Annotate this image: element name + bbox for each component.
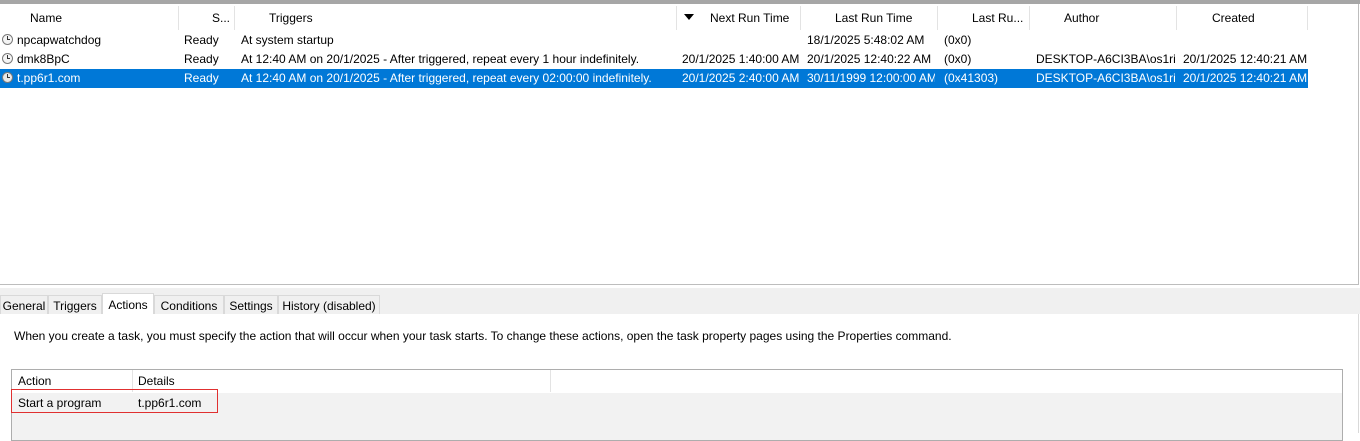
task-triggers: At system startup — [241, 33, 334, 47]
task-status: Ready — [184, 52, 219, 66]
task-list[interactable]: Name S... Triggers Next Run Time Last Ru… — [0, 4, 1359, 285]
tab-general[interactable]: General — [0, 295, 48, 315]
task-next-run-time: 20/1/2025 2:40:00 AM — [682, 71, 799, 85]
column-header-name[interactable]: Name — [30, 6, 150, 30]
task-last-run-result: (0x0) — [944, 33, 972, 47]
task-name: npcapwatchdog — [17, 33, 102, 47]
column-header-created[interactable]: Created — [1212, 6, 1302, 30]
task-row[interactable]: npcapwatchdog Ready At system startup 18… — [0, 31, 1308, 50]
tab-conditions[interactable]: Conditions — [154, 295, 224, 315]
task-created: 20/1/2025 12:40:21 AM — [1183, 52, 1307, 66]
task-row[interactable]: dmk8BpC Ready At 12:40 AM on 20/1/2025 -… — [0, 50, 1308, 69]
task-author: DESKTOP-A6CI3BA\os1ris — [1036, 52, 1175, 66]
task-created: 20/1/2025 12:40:21 AM — [1183, 71, 1307, 85]
task-last-run-time: 30/11/1999 12:00:00 AM — [807, 71, 935, 85]
task-author: DESKTOP-A6CI3BA\os1ris — [1036, 71, 1175, 85]
column-divider[interactable] — [1176, 6, 1177, 30]
task-created — [1183, 31, 1307, 50]
column-header-status[interactable]: S... — [212, 6, 234, 30]
column-divider[interactable] — [676, 6, 677, 30]
column-divider[interactable] — [550, 370, 551, 392]
tab-settings[interactable]: Settings — [224, 295, 278, 315]
tab-strip: General Triggers Actions Conditions Sett… — [0, 288, 1360, 315]
column-header-last-run-result[interactable]: Last Ru... — [972, 6, 1028, 30]
column-divider[interactable] — [800, 6, 801, 30]
task-last-run-result: (0x41303) — [944, 71, 999, 85]
sort-descending-icon — [684, 14, 694, 20]
task-name: t.pp6r1.com — [17, 71, 81, 85]
scheduled-task-clock-icon — [2, 34, 13, 45]
column-divider[interactable] — [1029, 6, 1030, 30]
task-last-run-result: (0x0) — [944, 52, 972, 66]
actions-description: When you create a task, you must specify… — [14, 329, 952, 343]
scheduled-task-clock-icon — [2, 72, 13, 83]
task-last-run-time: 18/1/2025 5:48:02 AM — [807, 33, 925, 47]
red-highlight-box — [11, 389, 218, 413]
column-header-author[interactable]: Author — [1064, 6, 1164, 30]
column-header-next-run-time[interactable]: Next Run Time — [710, 6, 798, 30]
tab-triggers[interactable]: Triggers — [48, 295, 102, 315]
task-triggers: At 12:40 AM on 20/1/2025 - After trigger… — [241, 71, 652, 85]
task-triggers: At 12:40 AM on 20/1/2025 - After trigger… — [241, 52, 640, 66]
column-divider[interactable] — [937, 6, 938, 30]
task-next-run-time — [682, 31, 799, 50]
task-name: dmk8BpC — [17, 52, 70, 66]
task-row-selected[interactable]: t.pp6r1.com Ready At 12:40 AM on 20/1/20… — [0, 69, 1308, 88]
task-status: Ready — [184, 71, 219, 85]
task-last-run-time: 20/1/2025 12:40:22 AM — [807, 52, 932, 66]
actions-empty-area — [12, 414, 1342, 440]
tab-actions[interactable]: Actions — [102, 293, 154, 315]
task-author — [1036, 31, 1175, 50]
column-header-last-run-time[interactable]: Last Run Time — [835, 6, 925, 30]
column-header-triggers[interactable]: Triggers — [269, 6, 469, 30]
column-divider[interactable] — [1307, 6, 1308, 30]
scheduled-task-clock-icon — [2, 53, 13, 64]
column-divider[interactable] — [234, 6, 235, 30]
task-status: Ready — [184, 33, 219, 47]
actions-tab-panel: When you create a task, you must specify… — [0, 314, 1359, 441]
task-next-run-time: 20/1/2025 1:40:00 AM — [682, 52, 799, 66]
column-divider[interactable] — [178, 6, 179, 30]
tab-history[interactable]: History (disabled) — [278, 295, 380, 315]
